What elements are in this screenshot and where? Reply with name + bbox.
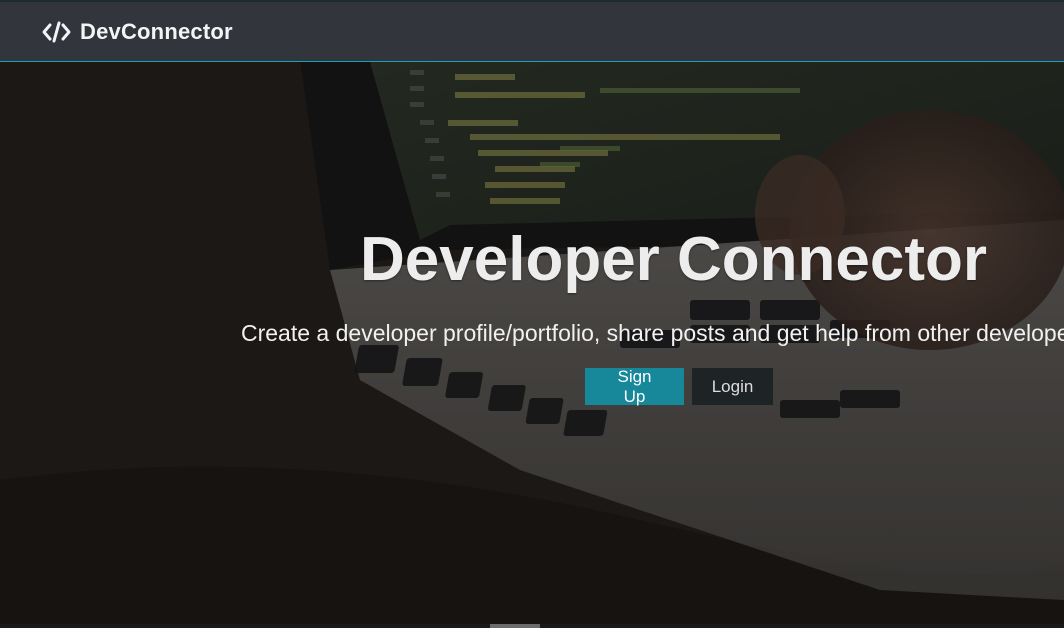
navbar: DevConnector bbox=[0, 0, 1064, 62]
brand-label: DevConnector bbox=[80, 18, 233, 44]
sign-up-button[interactable]: Sign Up bbox=[585, 367, 684, 406]
hero-section: Developer Connector Create a developer p… bbox=[0, 62, 1064, 628]
horizontal-scrollbar-thumb[interactable] bbox=[490, 624, 540, 628]
hero-buttons: Sign Up Login bbox=[585, 367, 773, 406]
login-button[interactable]: Login bbox=[692, 368, 773, 405]
hero-title: Developer Connector bbox=[360, 225, 988, 294]
hero-lead: Create a developer profile/portfolio, sh… bbox=[241, 320, 1064, 346]
code-icon bbox=[42, 20, 72, 44]
brand-link[interactable]: DevConnector bbox=[42, 19, 233, 45]
